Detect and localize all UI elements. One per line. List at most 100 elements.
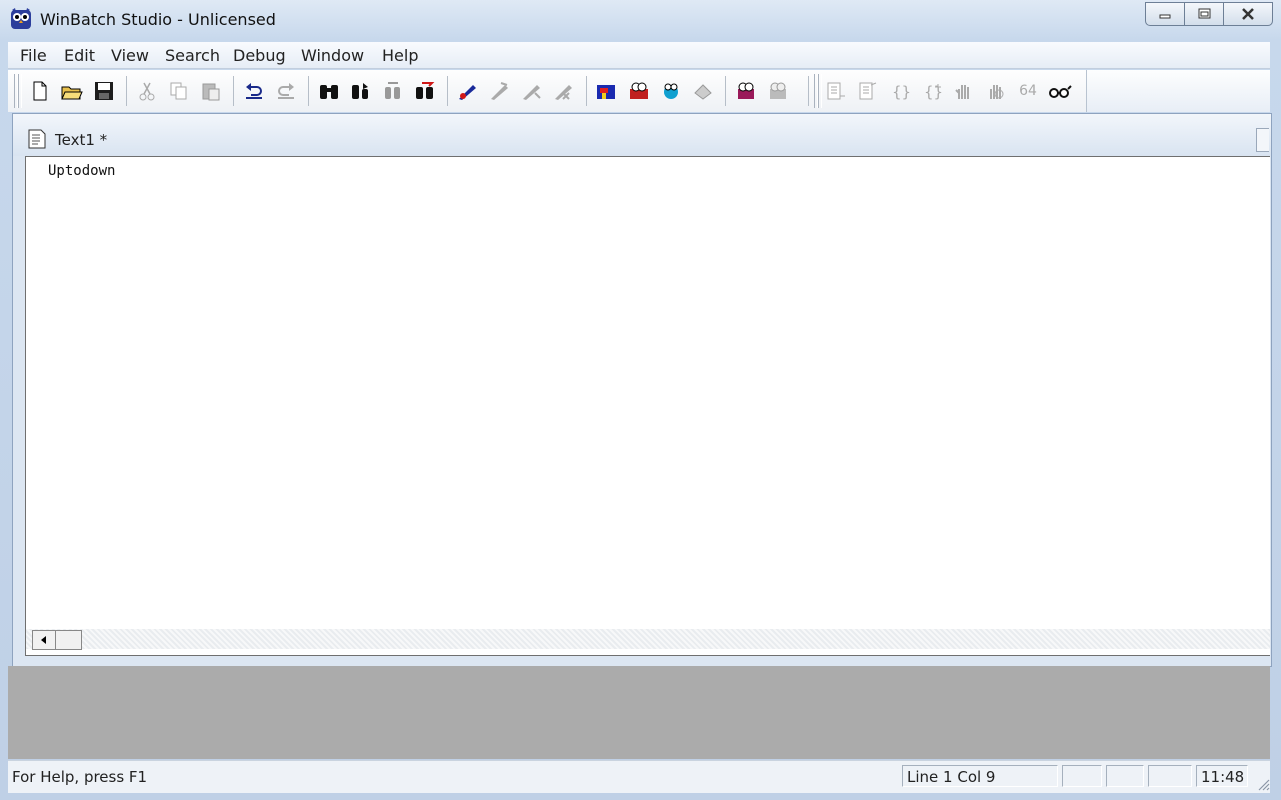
menu-search[interactable]: Search [165,46,220,65]
menu-debug[interactable]: Debug [233,46,286,65]
debug-stop-icon [770,82,786,99]
debug-run-button[interactable] [734,79,758,103]
title-bar[interactable]: WinBatch Studio - Unlicensed [0,0,1281,40]
goto-icon [416,82,435,99]
window-title: WinBatch Studio - Unlicensed [40,10,276,29]
caption-buttons [1145,2,1273,26]
toolbar-separator [447,76,448,106]
document-tab-control[interactable] [1256,128,1269,152]
menu-editor-button[interactable] [627,79,651,103]
dialog-editor-button[interactable] [595,79,619,103]
svg-text:{}: {} [924,83,943,101]
menu-bar: File Edit View Search Debug Window Help [8,42,1270,69]
open-file-button[interactable] [60,79,84,103]
copy-icon [170,82,187,100]
toolbar-grip[interactable] [18,74,22,108]
code-editor[interactable]: Uptodown [25,156,1270,656]
brace-match-button[interactable]: {} [920,79,944,103]
status-pane-empty [1148,765,1192,787]
owl-icon [11,8,31,29]
replace-icon [385,82,400,99]
open-folder-icon [61,86,83,100]
minimize-button[interactable] [1145,2,1185,26]
step-icon [523,85,541,100]
status-bar: For Help, press F1 Line 1 Col 9 11:48 [8,760,1270,793]
save-button[interactable] [92,79,116,103]
outdent-button[interactable] [856,79,880,103]
run-to-cursor-icon [491,82,508,100]
compile-button[interactable] [659,79,683,103]
close-icon [1242,8,1254,20]
toolbar-separator [308,76,309,106]
step-button[interactable] [520,79,544,103]
goto-button[interactable] [413,79,437,103]
restore-icon [1198,8,1211,19]
maximize-button[interactable] [1184,2,1224,26]
copy-button[interactable] [167,79,191,103]
toggle-breakpoint-button[interactable] [456,79,480,103]
undo-icon [246,83,262,99]
menu-view[interactable]: View [111,46,149,65]
replace-button[interactable] [381,79,405,103]
compile-icon [664,83,678,99]
menu-help[interactable]: Help [382,46,418,65]
indent-icon [827,82,845,100]
status-position: Line 1 Col 9 [902,765,1058,787]
find-next-button[interactable] [349,79,373,103]
menu-window[interactable]: Window [301,46,364,65]
toolbar-separator [126,76,127,106]
scrollbar-buttons [32,630,82,650]
horizontal-scrollbar[interactable] [26,629,1270,650]
minimize-icon [1159,14,1171,19]
menu-file[interactable]: File [20,46,47,65]
find-button[interactable] [317,79,341,103]
run-to-cursor-button[interactable] [488,79,512,103]
toolbar-main: {} {} 64 [8,70,1087,112]
editor-content[interactable]: Uptodown [48,163,115,179]
undo-button[interactable] [242,79,266,103]
dialog-editor-icon [597,85,615,99]
arrow-left-icon [41,636,46,644]
hand-button[interactable] [952,79,976,103]
step-over-icon [555,85,572,100]
save-icon [95,82,113,100]
paste-button[interactable] [199,79,223,103]
toggle-breakpoint-icon [459,85,476,100]
wizard-button[interactable] [691,79,715,103]
main-window: WinBatch Studio - Unlicensed File Edit V… [0,0,1281,800]
64bit-button[interactable]: 64 [1016,79,1040,103]
brace-button[interactable]: {} [888,79,912,103]
hand-icon [955,85,969,99]
watch-icon [1049,85,1072,98]
redo-icon [278,83,294,99]
close-button[interactable] [1223,2,1273,26]
step-over-button[interactable] [552,79,576,103]
status-pane-empty [1062,765,1102,787]
new-file-button[interactable] [28,79,52,103]
menu-edit[interactable]: Edit [64,46,95,65]
indent-button[interactable] [824,79,848,103]
svg-text:{}: {} [892,83,911,101]
debug-stop-button[interactable] [766,79,790,103]
cut-button[interactable] [135,79,159,103]
cut-icon [139,82,155,101]
text-document-icon [28,129,46,149]
find-next-icon [352,83,368,99]
resize-grip-icon[interactable] [1256,777,1270,791]
brace-icon: {} [892,83,911,101]
document-title: Text1 * [55,131,108,149]
find-icon [320,85,338,99]
status-help-text: For Help, press F1 [12,768,148,786]
document-titlebar[interactable]: Text1 * [13,114,1271,156]
watch-button[interactable] [1048,79,1072,103]
status-pane-empty [1106,765,1144,787]
hand-stop-icon [990,85,1004,99]
toolbar-grip[interactable] [818,74,822,108]
scroll-left-button[interactable] [33,631,56,649]
outdent-icon [859,82,877,100]
paste-icon [202,83,220,101]
status-time: 11:48 [1196,765,1248,787]
hand-stop-button[interactable] [984,79,1008,103]
document-window: Text1 * Uptodown [12,113,1272,667]
redo-button[interactable] [274,79,298,103]
